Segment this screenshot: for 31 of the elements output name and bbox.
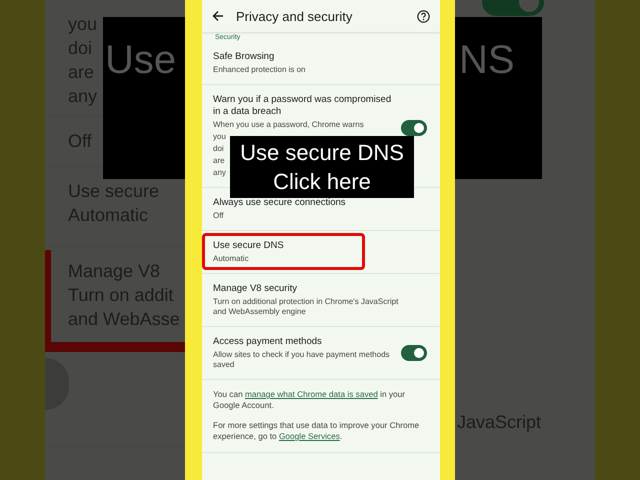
setting-description: Allow sites to check if you have payment methods saved xyxy=(213,350,391,370)
setting-description: doi xyxy=(213,144,224,154)
setting-title: Access payment methods xyxy=(213,336,322,348)
setting-title: Use secure DNS xyxy=(213,240,284,252)
setting-description: Enhanced protection is on xyxy=(213,65,306,75)
setting-description: Off xyxy=(213,211,224,221)
link[interactable]: manage what Chrome data is saved xyxy=(245,389,378,399)
toggle-switch[interactable] xyxy=(401,345,427,361)
caption-text: NS xyxy=(459,37,515,84)
setting-title: Manage V8 security xyxy=(213,283,297,295)
caption-text: Use secure DNS xyxy=(240,139,404,167)
back-arrow-icon[interactable] xyxy=(212,10,224,22)
settings-row[interactable]: Access payment methods Allow sites to check if you have payment methods saved xyxy=(202,327,440,380)
touch-indicator xyxy=(45,358,69,410)
setting-description: you xyxy=(213,132,226,142)
toggle-switch[interactable] xyxy=(401,120,427,136)
link[interactable]: Google Services xyxy=(278,431,340,441)
setting-title: Warn you if a password was compromised in a data breach xyxy=(213,94,392,118)
setting-description: are xyxy=(213,156,225,166)
setting-description: any xyxy=(213,168,226,178)
info-text: For more settings that use data to improve your Chrome experience, go to Google Services. xyxy=(212,419,420,442)
setting-title: Safe Browsing xyxy=(213,51,274,63)
setting-title: Always use secure connections xyxy=(213,197,346,209)
setting-description: Automatic xyxy=(213,254,249,264)
page-title: Privacy and security xyxy=(236,8,354,24)
info-text: You can manage what Chrome data is saved in your Google Account. xyxy=(212,388,406,411)
caption-text: Use xyxy=(105,37,176,84)
setting-description: When you use a password, Chrome warns xyxy=(213,120,364,130)
settings-row[interactable]: Use secure DNS Automatic xyxy=(202,231,440,274)
setting-description: Turn on additional protection in Chrome's JavaScript and WebAssembly engine xyxy=(213,297,399,317)
help-icon[interactable] xyxy=(417,10,430,22)
